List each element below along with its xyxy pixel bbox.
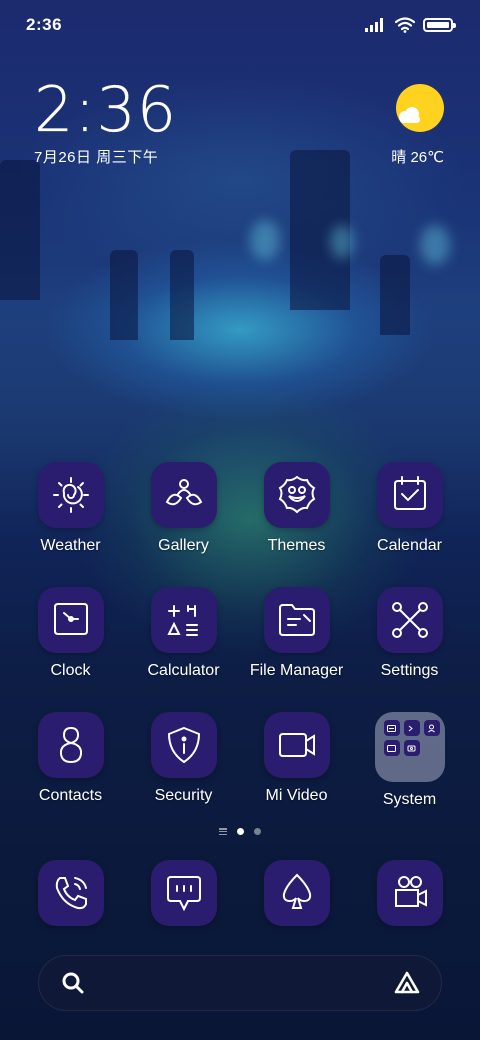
app-weather[interactable]: Weather: [14, 462, 127, 558]
contacts-icon: [37, 712, 104, 778]
app-mi-video[interactable]: Mi Video: [240, 712, 353, 808]
gallery-icon: [150, 462, 217, 528]
mini-app-icon: [383, 740, 400, 756]
folder-icon: [263, 587, 330, 653]
app-security[interactable]: Security: [127, 712, 240, 808]
camera-icon[interactable]: [376, 860, 443, 926]
system-folder-icon: [374, 712, 445, 782]
phone-icon[interactable]: [37, 860, 104, 926]
mini-app-icon: [383, 720, 400, 736]
weather-icon: [37, 462, 104, 528]
security-icon: [150, 712, 217, 778]
assistant-icon[interactable]: [393, 970, 421, 996]
battery-icon: [423, 18, 456, 32]
app-contacts[interactable]: Contacts: [14, 712, 127, 808]
app-label: Weather: [40, 537, 101, 554]
battery-fill: [427, 22, 449, 28]
page-list-icon: [219, 828, 227, 835]
app-clock[interactable]: Clock: [14, 587, 127, 683]
app-label: Security: [154, 787, 213, 804]
app-themes[interactable]: Themes: [240, 462, 353, 558]
dock: [14, 860, 466, 926]
browser-icon[interactable]: [263, 860, 330, 926]
app-gallery[interactable]: Gallery: [127, 462, 240, 558]
calculator-icon: [150, 587, 217, 653]
themes-icon: [263, 462, 330, 528]
app-system-folder[interactable]: System: [353, 712, 466, 808]
search-icon[interactable]: [61, 971, 85, 995]
app-label: Calendar: [377, 537, 442, 554]
app-calendar[interactable]: Calendar: [353, 462, 466, 558]
app-label: Settings: [380, 662, 439, 679]
messages-icon[interactable]: [150, 860, 217, 926]
wifi-icon: [395, 17, 415, 33]
app-label: Contacts: [38, 787, 103, 804]
app-file-manager[interactable]: File Manager: [240, 587, 353, 683]
widget-date: 7月26日 周三下午: [34, 149, 159, 166]
app-settings[interactable]: Settings: [353, 587, 466, 683]
widget-time: 2:36: [34, 73, 178, 146]
app-label: Calculator: [147, 662, 220, 679]
page-indicator[interactable]: [0, 828, 480, 835]
clock-icon: [37, 587, 104, 653]
app-grid: Weather Gallery Themes Calendar Clock Ca…: [14, 462, 466, 808]
app-label: Mi Video: [265, 787, 328, 804]
mini-app-icon: [403, 720, 420, 736]
page-dot-active[interactable]: [237, 828, 244, 835]
app-label: Gallery: [158, 537, 209, 554]
weather-condition-temp: 晴 26℃: [391, 149, 444, 166]
settings-icon: [376, 587, 443, 653]
search-bar[interactable]: [38, 955, 442, 1011]
app-label: Clock: [50, 662, 91, 679]
mini-app-icon: [403, 740, 420, 756]
video-icon: [263, 712, 330, 778]
status-bar: 2:36: [0, 0, 480, 50]
signal-icon: [365, 18, 383, 32]
status-icons: [365, 17, 456, 33]
app-label: File Manager: [249, 662, 344, 679]
app-calculator[interactable]: Calculator: [127, 587, 240, 683]
status-time: 2:36: [26, 15, 63, 34]
sun-cloud-icon: [396, 84, 444, 132]
calendar-icon: [376, 462, 443, 528]
app-label: System: [382, 791, 437, 808]
mini-app-icon: [423, 720, 440, 736]
page-dot[interactable]: [254, 828, 261, 835]
clock-widget[interactable]: 2:36 7月26日 周三下午: [34, 73, 178, 167]
app-label: Themes: [267, 537, 326, 554]
